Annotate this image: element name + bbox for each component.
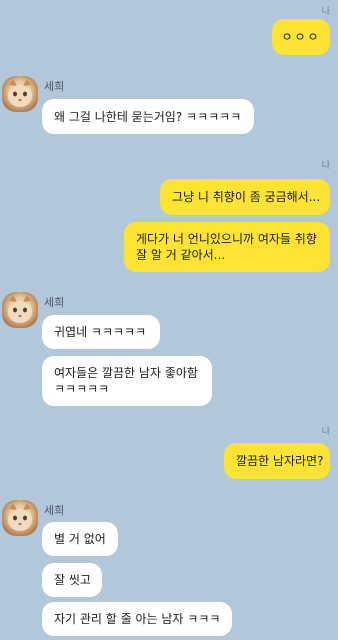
message-bubble-other[interactable]: 자기 관리 할 줄 아는 남자 ㅋㅋㅋ	[42, 602, 232, 636]
sender-label-me: 나	[321, 427, 330, 437]
cat-avatar-icon	[8, 79, 32, 107]
message-bubble-other[interactable]: 별 거 없어	[42, 522, 118, 556]
message-bubble-mine[interactable]: 그냥 니 취향이 좀 궁금해서...	[160, 179, 330, 215]
avatar[interactable]	[2, 500, 38, 536]
sender-name: 세희	[44, 504, 65, 517]
message-bubble-mine[interactable]: 깔끔한 남자라면?	[224, 443, 330, 479]
message-bubble-mine[interactable]: 게다가 너 언니있으니까 여자들 취향 잘 알 거 같아서...	[124, 222, 330, 272]
sender-name: 세희	[44, 80, 65, 93]
sender-label-me: 나	[321, 7, 330, 17]
avatar[interactable]	[2, 292, 38, 328]
cat-avatar-icon	[8, 295, 32, 323]
message-bubble-other[interactable]: 여자들은 깔끔한 남자 좋아함 ㅋㅋㅋㅋㅋ	[42, 356, 212, 406]
message-bubble-other[interactable]: 귀엽네 ㅋㅋㅋㅋㅋ	[42, 315, 160, 349]
message-bubble-other[interactable]: 잘 씻고	[42, 563, 102, 597]
avatar[interactable]	[2, 76, 38, 112]
message-bubble-other[interactable]: 왜 그걸 나한테 묻는거임? ㅋㅋㅋㅋㅋ	[42, 99, 254, 134]
sender-label-me: 나	[321, 161, 330, 171]
chat-area: 나 ㅇㅇㅇ 세희 왜 그걸 나한테 묻는거임? ㅋㅋㅋㅋㅋ 나 그냥 니 취향이…	[0, 0, 338, 640]
cat-avatar-icon	[8, 503, 32, 531]
message-bubble-mine[interactable]: ㅇㅇㅇ	[272, 19, 330, 55]
sender-name: 세희	[44, 296, 65, 309]
